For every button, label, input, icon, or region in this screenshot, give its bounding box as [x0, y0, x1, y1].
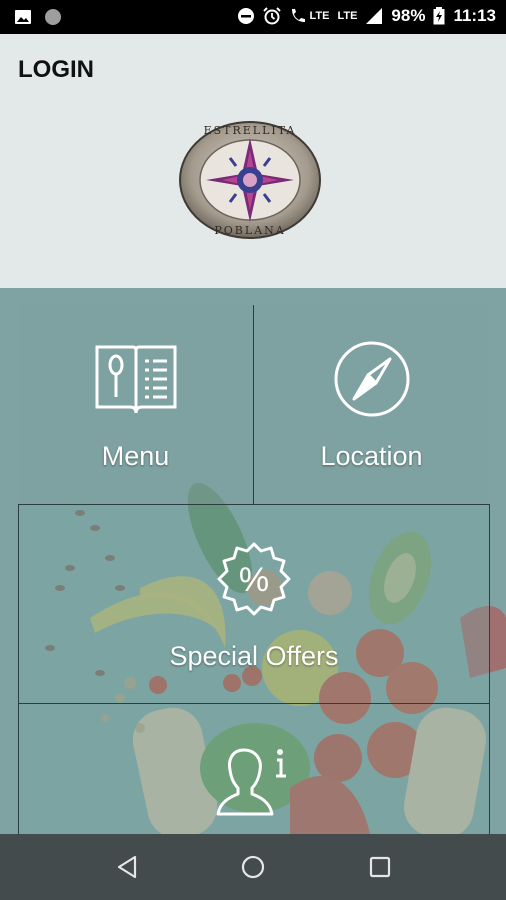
dnd-icon: [238, 8, 255, 24]
user-info-icon: [216, 748, 286, 816]
login-button[interactable]: LOGIN: [18, 56, 94, 84]
special-offers-label: Special Offers: [169, 641, 339, 671]
alarm-icon: [263, 7, 282, 25]
recents-icon[interactable]: [365, 852, 395, 882]
special-offers-tile[interactable]: % Special Offers: [18, 504, 490, 704]
home-icon[interactable]: [238, 852, 268, 882]
image-icon: [15, 10, 31, 24]
compass-icon: [334, 341, 409, 417]
menu-label: Menu: [101, 441, 170, 471]
lte-label-2: LTE: [337, 10, 358, 22]
menu-book-icon: [95, 345, 176, 414]
clock: 11:13: [453, 6, 496, 25]
estrellita-poblana-logo: ESTRELLITA POBLANA: [179, 121, 321, 239]
back-icon[interactable]: [113, 852, 143, 882]
location-tile[interactable]: Location: [253, 305, 489, 505]
logo-text-top: ESTRELLITA: [204, 124, 297, 137]
battery-icon: [433, 7, 445, 25]
status-bar: LTE LTE 98% 11:13: [0, 0, 506, 34]
location-label: Location: [320, 441, 423, 471]
percent-badge-icon: %: [217, 542, 291, 616]
logo-text-bottom: POBLANA: [214, 224, 285, 237]
home-grid: Menu Location % Special Offers: [0, 288, 506, 834]
lte-label-1: LTE: [309, 10, 330, 22]
signal-icon: [366, 8, 383, 24]
header: LOGIN ESTRELLITA POBLANA: [0, 34, 506, 288]
battery-percent: 98%: [391, 6, 426, 25]
svg-text:%: %: [239, 561, 269, 599]
circle-icon: [45, 9, 61, 25]
info-tile[interactable]: [18, 703, 490, 834]
menu-tile[interactable]: Menu: [18, 305, 254, 505]
android-nav-bar: [0, 834, 506, 900]
wifi-calling-icon: [292, 9, 306, 22]
